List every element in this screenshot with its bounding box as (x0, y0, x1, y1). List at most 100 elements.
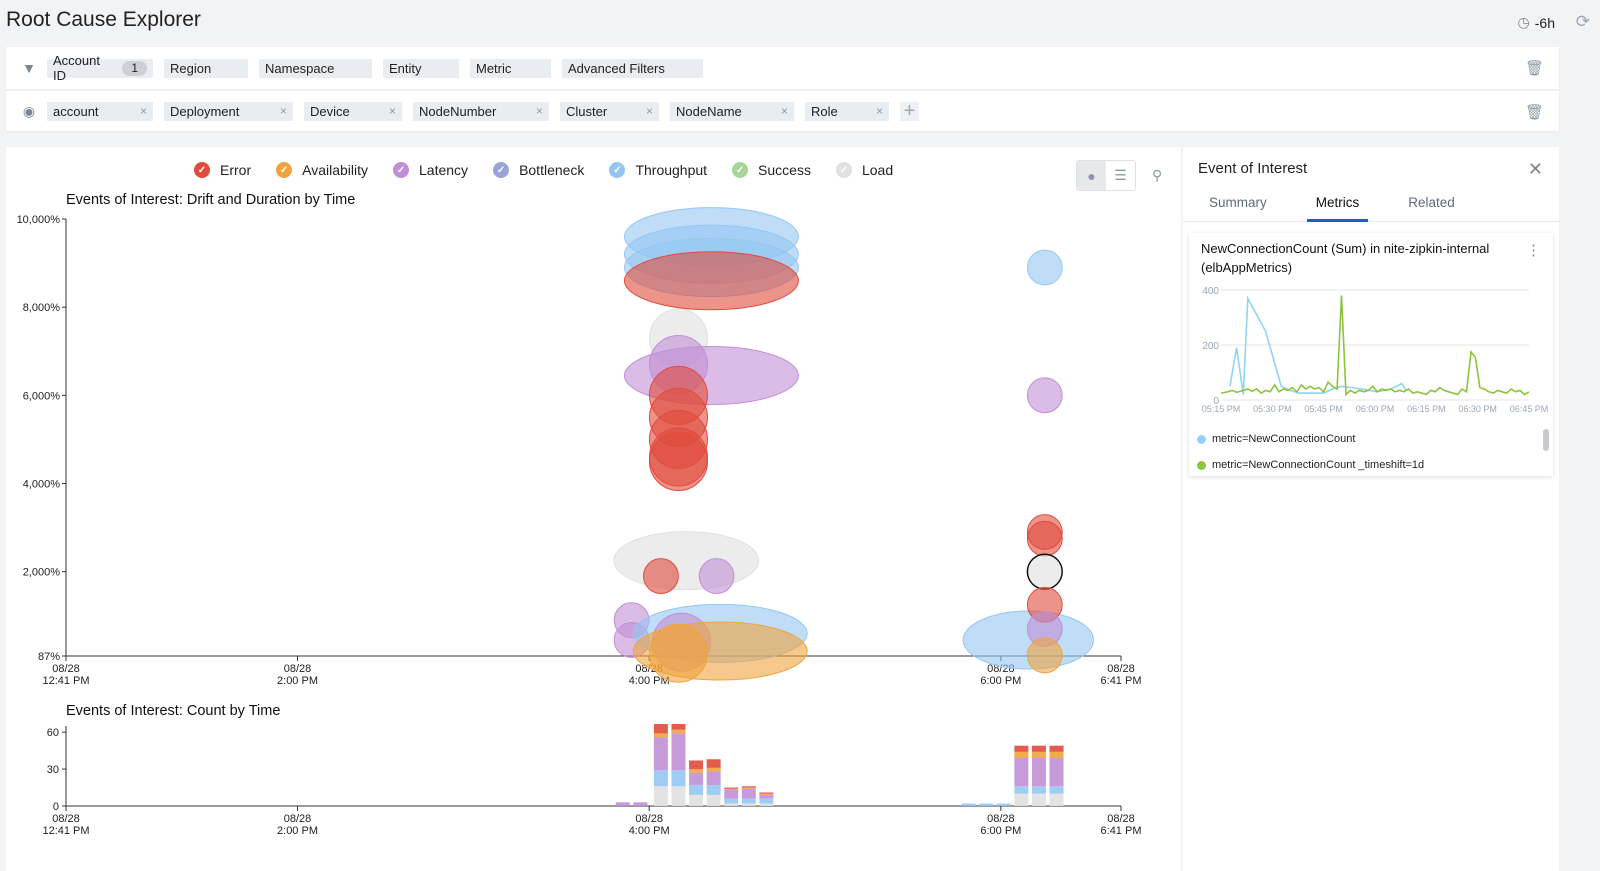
legend-item-error[interactable]: ✓ Error (194, 162, 251, 178)
legend-item[interactable]: metric=NewConnectionCount (1197, 433, 1355, 445)
zoom-out-icon[interactable]: ⚲ (1152, 167, 1162, 184)
chart-panel: ✓ Error ✓ Availability ✓ Latency ✓ Bottleneck ✓ T… (6, 147, 1181, 871)
remove-icon[interactable]: × (646, 104, 653, 118)
bubble-error (623, 251, 799, 311)
bubble-latency (698, 558, 735, 594)
chip-label: Namespace (265, 60, 335, 76)
tag-chip-cluster[interactable]: Cluster × (560, 101, 659, 121)
bar-segment-latency (1014, 758, 1029, 787)
legend-item-availability[interactable]: ✓ Availability (276, 162, 368, 178)
tab-related[interactable]: Related (1396, 185, 1467, 222)
close-icon[interactable]: ✕ (1528, 159, 1543, 180)
bar-segment-load (1014, 793, 1029, 806)
legend-item-success[interactable]: ✓ Success (732, 162, 811, 178)
tab-summary[interactable]: Summary (1197, 185, 1279, 222)
bubble-view-button[interactable]: ● (1077, 161, 1106, 190)
legend-label: Success (758, 162, 811, 178)
legend-dot (1197, 460, 1206, 470)
chip-label: NodeNumber (419, 103, 497, 119)
bar-segment-availability (671, 729, 686, 734)
filter-entity[interactable]: Entity (383, 58, 459, 78)
x-tick-label: 08/28 (52, 813, 80, 825)
filter-region[interactable]: Region (164, 58, 248, 78)
legend-label: Throughput (635, 162, 708, 178)
filter-panel: ▼ Account ID 1 Region Namespace Entity Me… (6, 47, 1559, 131)
x-tick-label: 05:30 PM (1253, 404, 1292, 414)
filter-account-id[interactable]: Account ID 1 (47, 53, 153, 83)
check-icon: ✓ (609, 162, 626, 178)
y-tick-label: 4,000% (23, 479, 61, 491)
bar-chart: 6030008/2812:41 PM08/282:00 PM08/284:00 … (42, 724, 1142, 837)
bar-segment-throughput (996, 803, 1011, 806)
bubble-latency (1026, 377, 1063, 414)
bubble-load (613, 531, 760, 591)
bar-chart-title: Events of Interest: Count by Time (66, 703, 281, 719)
line-chart: 400200005:15 PM 05:30 PM 05:45 PM 06:00 PM 0… (1202, 286, 1549, 414)
bar-segment-error (671, 724, 686, 730)
tag-chip-account[interactable]: account × (47, 101, 153, 121)
tag-chip-nodenumber[interactable]: NodeNumber × (413, 101, 549, 121)
bar-segment-throughput (961, 803, 976, 806)
bar-segment-throughput (759, 798, 774, 804)
bar-segment-error (724, 787, 739, 789)
check-icon: ✓ (732, 162, 749, 178)
bar-segment-availability (689, 769, 704, 773)
scrollbar[interactable] (1543, 429, 1549, 451)
bar-segment-load (671, 786, 686, 806)
tag-chip-deployment[interactable]: Deployment × (164, 101, 293, 121)
x-tick-label: 4:00 PM (629, 825, 670, 837)
bubble-availability (648, 623, 708, 683)
bar-segment-throughput (741, 798, 756, 804)
tag-chip-nodename[interactable]: NodeName × (670, 101, 794, 121)
x-tick-label: 06:30 PM (1458, 404, 1497, 414)
chip-label: Entity (389, 60, 422, 76)
legend-item-throughput[interactable]: ✓ Throughput (609, 162, 707, 178)
trash-icon[interactable]: 🗑 (1525, 59, 1544, 77)
legend-item[interactable]: metric=NewConnectionCount _timeshift=1d (1197, 459, 1424, 471)
legend-item-bottleneck[interactable]: ✓ Bottleneck (493, 162, 584, 178)
tag-chip-role[interactable]: Role × (805, 101, 889, 121)
remove-icon[interactable]: × (140, 104, 147, 118)
y-tick-label: 2,000% (23, 567, 61, 579)
bar-segment-error (741, 786, 756, 788)
trash-icon[interactable]: 🗑 (1525, 103, 1544, 121)
check-icon: ✓ (194, 162, 210, 178)
bubble-error (643, 558, 679, 594)
legend-item-load[interactable]: ✓ Load (835, 162, 893, 178)
bar-segment-error (689, 760, 704, 770)
x-tick-label: 6:00 PM (980, 675, 1021, 687)
add-tag-button[interactable]: + (900, 100, 919, 122)
check-icon: ✓ (393, 162, 410, 178)
event-of-interest-panel: Event of Interest ✕ Summary Metrics Rela… (1183, 147, 1559, 871)
refresh-icon[interactable]: ⟳ (1576, 12, 1590, 32)
filter-advanced[interactable]: Advanced Filters (562, 58, 703, 78)
remove-icon[interactable]: × (280, 104, 287, 118)
list-view-button[interactable]: ☰ (1106, 161, 1135, 190)
remove-icon[interactable]: × (876, 104, 883, 118)
x-tick-label: 2:00 PM (277, 675, 318, 687)
bar-segment-error (1031, 745, 1046, 752)
more-options-icon[interactable]: ⋮ (1526, 241, 1541, 259)
bar-segment-throughput (1014, 786, 1029, 794)
tab-metrics[interactable]: Metrics (1306, 185, 1369, 222)
x-tick-label: 6:41 PM (1101, 825, 1142, 837)
bar-segment-load (1031, 793, 1046, 806)
bubble-throughput (1026, 249, 1063, 286)
bar-segment-availability (1014, 751, 1029, 758)
remove-icon[interactable]: × (536, 104, 543, 118)
x-tick-label: 08/28 (284, 813, 312, 825)
view-toggle: ● ☰ (1076, 160, 1136, 191)
bar-segment-latency (671, 733, 686, 771)
legend-item-latency[interactable]: ✓ Latency (393, 162, 468, 178)
tag-chip-device[interactable]: Device × (304, 101, 402, 121)
x-tick-label: 05:45 PM (1304, 404, 1343, 414)
filter-namespace[interactable]: Namespace (259, 58, 372, 78)
bubble-load (1026, 553, 1063, 590)
check-icon: ✓ (276, 162, 293, 178)
time-range-picker[interactable]: ◷ -6h (1518, 14, 1555, 31)
remove-icon[interactable]: × (781, 104, 788, 118)
filter-metric[interactable]: Metric (470, 58, 551, 78)
chip-label: Advanced Filters (568, 60, 665, 76)
x-tick-label: 6:41 PM (1101, 675, 1142, 687)
remove-icon[interactable]: × (389, 104, 396, 118)
